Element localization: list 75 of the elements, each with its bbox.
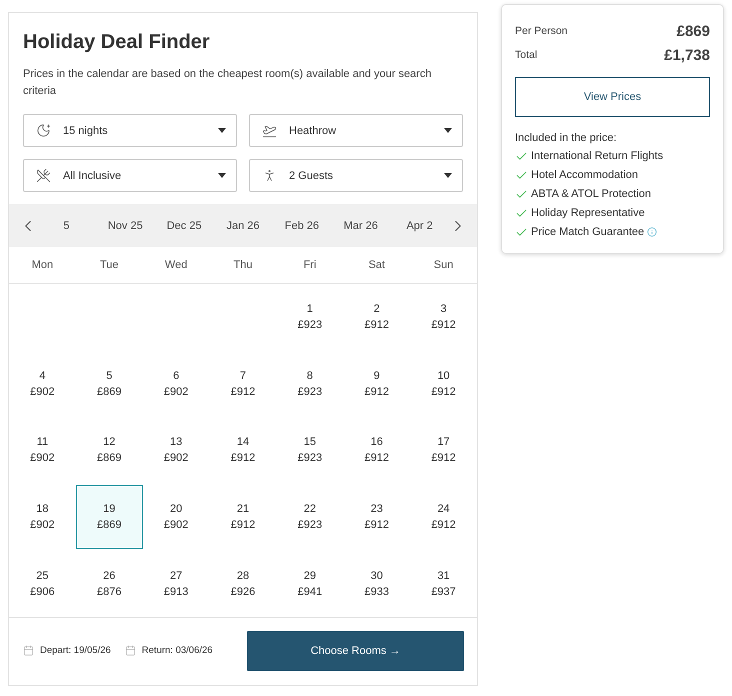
month-tab[interactable]: Nov 25 [96,220,155,232]
view-prices-button[interactable]: View Prices [515,77,710,117]
included-heading: Included in the price: [515,132,618,144]
price-label: Per Person [515,25,568,37]
caret-icon [444,128,452,133]
month-tab[interactable]: Mar 26 [331,220,390,232]
description-text: Prices in the calendar are based on the cheapest room(s) available and your search criteria [23,67,432,99]
calendar-day[interactable]: 14 £912 [210,418,276,483]
month-tab[interactable]: Apr 2 [390,220,450,232]
calendar-day[interactable]: 11 £902 [9,418,76,483]
filter-dropdown[interactable]: Heathrow [249,114,463,147]
calendar-day[interactable]: 8 £923 [276,352,344,416]
panel-title: Holiday Deal Finder [23,31,211,54]
calendar-day[interactable]: 3 £912 [410,285,477,350]
weekday-label: Mon [9,247,76,284]
calendar-day[interactable]: 10 £912 [410,352,477,416]
month-tab[interactable]: Dec 25 [154,220,214,232]
filter-dropdown[interactable]: All Inclusive [23,159,237,192]
calendar-day[interactable]: 23 £912 [343,484,410,550]
price-value: £869 [676,22,710,40]
included-item: Hotel Accommodation [531,169,638,181]
caret-icon [218,173,226,178]
included-item: Holiday Representative [531,207,645,219]
calendar-day[interactable]: 19 £869 [76,484,143,550]
choose-rooms-button[interactable]: Choose Rooms → [247,630,464,671]
filter-dropdown[interactable]: 15 nights [23,114,237,147]
caret-icon [444,173,452,178]
weekday-label: Thu [210,247,276,284]
price-value: £1,738 [664,46,710,64]
calendar-day[interactable]: 25 £906 [9,551,76,616]
calendar-day[interactable]: 28 £926 [210,551,276,616]
calendar-day[interactable]: 12 £869 [76,418,143,483]
calendar-day[interactable]: 26 £876 [76,551,143,616]
calendar-day[interactable]: 6 £902 [142,352,210,416]
calendar-day[interactable]: 21 £912 [210,484,276,550]
caret-icon [218,128,226,133]
weekday-label: Sat [343,247,410,284]
month-tab[interactable]: Jan 26 [214,220,272,232]
calendar-day[interactable]: 4 £902 [9,352,76,416]
calendar-day[interactable]: 1 £923 [276,285,344,350]
calendar-day[interactable]: 20 £902 [142,484,210,550]
info-icon[interactable] [647,227,658,237]
calendar-day[interactable]: 7 £912 [210,352,276,416]
included-item: Price Match Guarantee [531,226,644,238]
calendar-day[interactable]: 24 £912 [410,484,477,550]
calendar-day[interactable]: 5 £869 [76,352,143,416]
calendar-day[interactable]: 27 £913 [142,551,210,616]
month-tab[interactable]: Feb 26 [272,220,332,232]
calendar-day[interactable]: 13 £902 [142,418,210,483]
cutlery-icon [36,168,51,183]
month-tab[interactable]: 5 [37,220,96,232]
calendar-day[interactable]: 29 £941 [276,551,344,616]
plane-icon [262,123,277,138]
calendar-icon [124,645,136,656]
calendar-day[interactable]: 30 £933 [343,551,410,616]
calendar-icon [23,645,34,656]
calendar-day[interactable]: 16 £912 [343,418,410,483]
calendar-day[interactable]: 17 £912 [410,418,477,483]
depart-date: Depart: 19/05/26 [40,645,111,656]
calendar-day[interactable]: 31 £937 [410,551,477,616]
price-label: Total [515,49,538,61]
filter-dropdown[interactable]: 2 Guests [249,159,463,192]
weekday-label: Sun [410,247,477,284]
calendar-day[interactable]: 22 £923 [276,484,344,550]
calendar-day[interactable]: 15 £923 [276,418,344,483]
weekday-label: Tue [76,247,143,284]
calendar-day[interactable]: 9 £912 [343,352,410,416]
weekday-label: Wed [142,247,210,284]
weekday-label: Fri [276,247,344,284]
calendar-day[interactable]: 2 £912 [343,285,410,350]
moon-icon [36,123,51,138]
calendar-day[interactable]: 18 £902 [9,484,76,550]
included-item: International Return Flights [531,150,664,162]
return-date: Return: 03/06/26 [142,645,213,656]
included-item: ABTA & ATOL Protection [531,188,652,200]
